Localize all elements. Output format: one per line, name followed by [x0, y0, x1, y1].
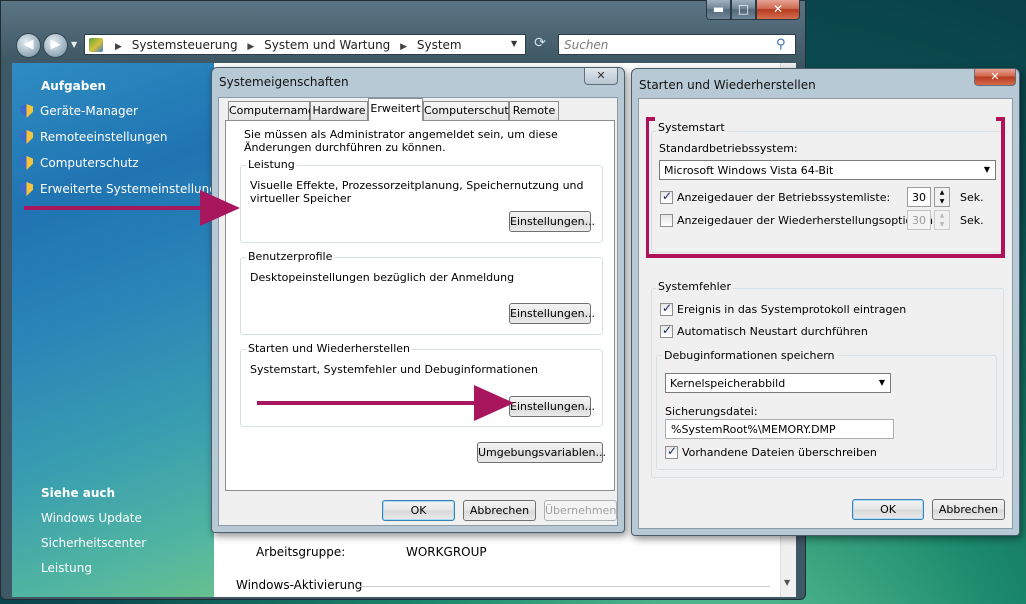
link-performance[interactable]: Leistung: [41, 561, 92, 575]
forward-button[interactable]: ▶: [43, 33, 68, 58]
tab-remote[interactable]: Remote: [509, 101, 559, 120]
task-label: Geräte-Manager: [40, 104, 138, 118]
dump-file-input[interactable]: %SystemRoot%\MEMORY.DMP: [665, 419, 894, 439]
minimize-button[interactable]: ▬: [706, 0, 731, 20]
close-window-button[interactable]: ✕: [756, 0, 800, 20]
write-event-checkbox[interactable]: [660, 301, 673, 316]
group-title: Leistung: [246, 158, 297, 171]
task-label: Remoteeinstellungen: [40, 130, 168, 144]
group-description: Visuelle Effekte, Prozessorzeitplanung, …: [250, 179, 584, 205]
maximize-button[interactable]: □: [731, 0, 756, 20]
close-dialog-button[interactable]: ✕: [974, 69, 1016, 86]
shield-icon: [20, 104, 33, 118]
task-label: Computerschutz: [40, 156, 139, 170]
dump-file-label: Sicherungsdatei:: [665, 405, 758, 418]
activation-heading: Windows-Aktivierung: [236, 578, 363, 592]
tab-system-protection[interactable]: Computerschutz: [423, 101, 515, 120]
overwrite-checkbox[interactable]: [665, 444, 678, 459]
close-icon: ✕: [990, 70, 1000, 83]
see-also-heading: Siehe auch: [41, 486, 116, 500]
tab-advanced[interactable]: Erweitert: [368, 98, 423, 121]
cancel-button[interactable]: Abbrechen: [932, 499, 1005, 520]
close-dialog-button[interactable]: ✕: [584, 68, 618, 85]
back-button[interactable]: ◀: [16, 33, 41, 58]
ok-button[interactable]: OK: [382, 500, 455, 521]
task-remote-settings[interactable]: Remoteeinstellungen: [20, 130, 167, 144]
admin-note: Sie müssen als Administrator angemeldet …: [244, 128, 558, 154]
workgroup-label: Arbeitsgruppe:: [256, 545, 346, 559]
recent-pages-dropdown-icon[interactable]: ▼: [71, 40, 77, 49]
workgroup-value: WORKGROUP: [406, 545, 487, 559]
highlight-frame: [646, 117, 1005, 258]
environment-variables-button[interactable]: Umgebungsvariablen...: [477, 442, 606, 463]
task-system-protection[interactable]: Computerschutz: [20, 156, 139, 170]
group-title: Debuginformationen speichern: [662, 349, 837, 362]
breadcrumb-item[interactable]: System: [417, 38, 462, 52]
link-security-center[interactable]: Sicherheitscenter: [41, 536, 146, 550]
annotation-arrow-icon: [200, 190, 240, 226]
debug-type-select[interactable]: Kernelspeicherabbild ▼: [665, 373, 891, 393]
auto-restart-checkbox[interactable]: [660, 323, 673, 338]
system-properties-dialog: Systemeigenschaften ✕ Computername Hardw…: [211, 67, 625, 533]
overwrite-label: Vorhandene Dateien überschreiben: [682, 446, 877, 459]
breadcrumb-separator-icon[interactable]: ▶: [247, 42, 254, 52]
annotation-arrow-line: [24, 206, 204, 210]
group-title: Starten und Wiederherstellen: [246, 342, 412, 355]
search-input[interactable]: Suchen: [558, 34, 796, 55]
tab-page: Sie müssen als Administrator angemeldet …: [225, 120, 615, 491]
performance-settings-button[interactable]: Einstellungen...: [509, 211, 595, 232]
annotation-arrow-icon: [474, 385, 514, 421]
selected-value: Kernelspeicherabbild: [670, 377, 786, 390]
task-pane: Aufgaben Geräte-Manager Remoteeinstellun…: [12, 63, 232, 597]
task-device-manager[interactable]: Geräte-Manager: [20, 104, 138, 118]
shield-icon: [20, 156, 33, 170]
chevron-down-icon: ▼: [878, 378, 885, 387]
search-icon[interactable]: ⚲: [776, 37, 786, 52]
auto-restart-label: Automatisch Neustart durchführen: [677, 325, 868, 338]
address-bar[interactable]: ▶ Systemsteuerung ▶ System und Wartung ▶…: [84, 34, 526, 55]
refresh-icon[interactable]: ⟳: [530, 35, 550, 55]
shield-icon: [20, 130, 33, 144]
forward-arrow-icon: ▶: [50, 37, 61, 52]
breadcrumb-separator-icon: ▶: [115, 42, 122, 52]
group-description: Systemstart, Systemfehler und Debuginfor…: [250, 363, 538, 376]
annotation-arrow-line: [257, 401, 479, 405]
apply-button[interactable]: Übernehmen: [544, 500, 617, 521]
tasks-heading: Aufgaben: [41, 79, 107, 93]
control-panel-icon: [89, 38, 103, 52]
close-icon: ✕: [596, 69, 606, 82]
shield-icon: [20, 182, 33, 196]
breadcrumb-separator-icon[interactable]: ▶: [400, 42, 407, 52]
group-title: Benutzerprofile: [246, 250, 335, 263]
tab-computername[interactable]: Computername: [228, 101, 315, 120]
write-event-label: Ereignis in das Systemprotokoll eintrage…: [677, 303, 907, 316]
group-title: Systemfehler: [656, 280, 733, 293]
dialog-title: Starten und Wiederherstellen: [639, 78, 816, 92]
link-windows-update[interactable]: Windows Update: [41, 511, 142, 525]
highlight-frame-corner: [996, 117, 1005, 121]
breadcrumb: ▶ Systemsteuerung ▶ System und Wartung ▶…: [109, 38, 462, 52]
back-arrow-icon: ◀: [23, 37, 34, 52]
user-profiles-settings-button[interactable]: Einstellungen...: [509, 303, 595, 324]
breadcrumb-item[interactable]: System und Wartung: [264, 38, 390, 52]
ok-button[interactable]: OK: [852, 499, 924, 520]
group-description: Desktopeinstellungen bezüglich der Anmel…: [250, 271, 515, 284]
scroll-down-icon[interactable]: ▼: [784, 578, 790, 587]
dialog-title: Systemeigenschaften: [219, 75, 349, 89]
breadcrumb-item[interactable]: Systemsteuerung: [132, 38, 238, 52]
startup-recovery-settings-button[interactable]: Einstellungen...: [509, 396, 595, 417]
search-placeholder: Suchen: [564, 38, 609, 52]
tab-hardware[interactable]: Hardware: [310, 101, 368, 120]
highlight-frame-corner: [646, 117, 655, 121]
cancel-button[interactable]: Abbrechen: [463, 500, 536, 521]
section-divider: [360, 586, 770, 587]
address-dropdown-icon[interactable]: ▼: [511, 39, 517, 48]
